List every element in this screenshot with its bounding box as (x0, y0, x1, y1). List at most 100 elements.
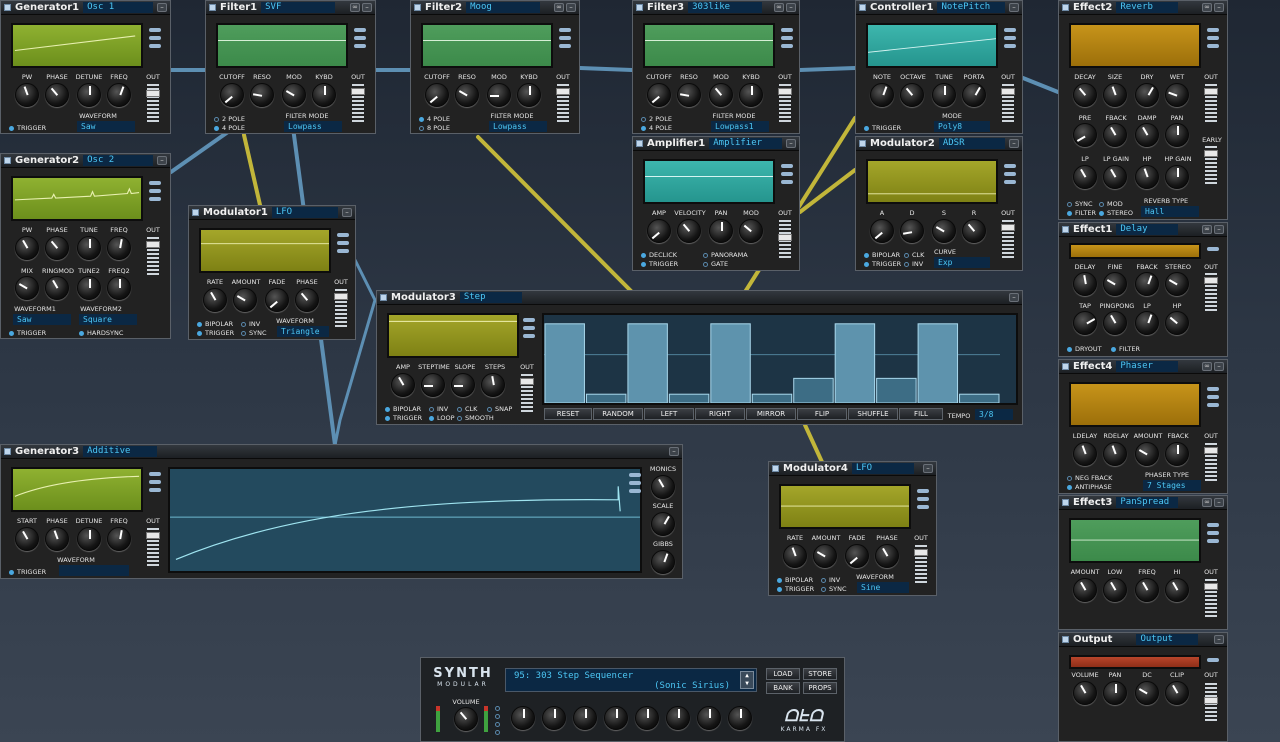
tune-knob[interactable] (77, 236, 101, 260)
macro-options[interactable] (495, 704, 503, 736)
store-button[interactable]: STORE (803, 668, 837, 680)
mode-select[interactable]: Poly8 (934, 121, 990, 132)
bipolar-option[interactable]: BIPOLAR (197, 320, 233, 328)
wet-knob[interactable] (1165, 83, 1189, 107)
dryout-option[interactable]: DRYOUT (1067, 345, 1102, 353)
porta-knob[interactable] (962, 83, 986, 107)
module-header[interactable]: Modulator1 LFO – (189, 206, 355, 220)
gibbs-knob[interactable] (651, 550, 675, 574)
module-name-field[interactable]: Delay (1116, 224, 1179, 235)
decay-knob[interactable] (900, 219, 924, 243)
dc-knob[interactable] (1135, 681, 1159, 705)
module-toggle[interactable] (4, 4, 11, 11)
module-toggle[interactable] (636, 4, 643, 11)
pan-knob[interactable] (1103, 681, 1127, 705)
macro-knob-4[interactable] (604, 706, 628, 730)
out-level-slider[interactable] (146, 84, 160, 122)
module-header[interactable]: Controller1 NotePitch – (856, 1, 1022, 15)
waveform2-select[interactable]: Square (79, 314, 137, 325)
mod-knob[interactable] (739, 219, 763, 243)
filter-mode-select[interactable]: Lowpass1 (711, 121, 769, 132)
display-side-buttons[interactable] (781, 164, 793, 184)
minimize-button[interactable]: – (362, 3, 372, 12)
amount-knob[interactable] (1073, 578, 1097, 602)
module-header[interactable]: Filter1 SVF ∞ – (206, 1, 375, 15)
shuffle-button[interactable]: SHUFFLE (848, 408, 898, 420)
tap-knob[interactable] (1073, 311, 1097, 335)
load-button[interactable]: LOAD (766, 668, 800, 680)
master-volume-knob[interactable] (454, 707, 478, 731)
display-side-buttons[interactable] (1207, 247, 1219, 251)
minimize-button[interactable]: – (786, 3, 796, 12)
minimize-button[interactable]: – (669, 447, 679, 456)
random-button[interactable]: RANDOM (593, 408, 643, 420)
inv-option[interactable]: INV (821, 576, 840, 584)
lp-gain-knob[interactable] (1103, 165, 1127, 189)
fade-knob[interactable] (265, 288, 289, 312)
hp-knob[interactable] (1135, 165, 1159, 189)
pw-knob[interactable] (15, 83, 39, 107)
minimize-button[interactable]: – (1214, 3, 1224, 12)
module-toggle[interactable] (209, 4, 216, 11)
display-side-buttons[interactable] (337, 233, 349, 253)
module-header[interactable]: Effect3 PanSpread ∞ – (1059, 496, 1227, 510)
phase-knob[interactable] (875, 544, 899, 568)
step-bar[interactable] (668, 393, 710, 403)
trigger-option[interactable]: TRIGGER (777, 585, 814, 593)
trigger-option[interactable]: TRIGGER (385, 414, 422, 422)
macro-knob-1[interactable] (511, 706, 535, 730)
module-name-field[interactable]: 303like (688, 2, 763, 13)
reso-knob[interactable] (250, 83, 274, 107)
module-name-field[interactable]: Output (1136, 634, 1199, 645)
module-name-field[interactable]: LFO (851, 463, 914, 474)
monics-knob[interactable] (651, 475, 675, 499)
flip-button[interactable]: FLIP (797, 408, 847, 420)
module-name-field[interactable]: Step (459, 292, 522, 303)
module-header[interactable]: Generator1 Osc 1– (1, 1, 170, 15)
damp-knob[interactable] (1135, 123, 1159, 147)
step-bar[interactable] (917, 323, 959, 403)
minimize-button[interactable]: – (1009, 293, 1019, 302)
display-side-buttons[interactable] (1207, 387, 1219, 407)
minimize-button[interactable]: – (566, 3, 576, 12)
trigger-option[interactable]: TRIGGER (197, 329, 234, 337)
step-bar[interactable] (793, 377, 834, 403)
stereo-option[interactable]: STEREO (1099, 209, 1133, 217)
module-header[interactable]: Generator2 Osc 2– (1, 154, 170, 168)
tune-knob[interactable] (932, 83, 956, 107)
mirror-button[interactable]: MIRROR (746, 408, 796, 420)
clip-knob[interactable] (1165, 681, 1189, 705)
display-side-buttons[interactable] (1207, 658, 1219, 662)
gate-option[interactable]: GATE (703, 260, 728, 268)
snap-option[interactable]: SNAP (487, 405, 512, 413)
display-side-buttons[interactable] (1207, 523, 1219, 543)
minimize-button[interactable]: – (1009, 139, 1019, 148)
minimize-button[interactable]: – (1214, 362, 1224, 371)
out-level-slider[interactable] (1204, 273, 1218, 311)
display-side-buttons[interactable] (781, 28, 793, 48)
module-toggle[interactable] (1062, 636, 1069, 643)
link-button[interactable]: ∞ (1202, 362, 1212, 371)
minimize-button[interactable]: – (1214, 498, 1224, 507)
cutoff-knob[interactable] (647, 83, 671, 107)
trigger-option[interactable]: TRIGGER (9, 124, 46, 132)
out-level-slider[interactable] (1204, 579, 1218, 617)
declick-option[interactable]: DECLICK (641, 251, 677, 259)
fback-knob[interactable] (1165, 442, 1189, 466)
link-button[interactable]: ∞ (1202, 498, 1212, 507)
stereo-knob[interactable] (1165, 272, 1189, 296)
module-header[interactable]: Output Output – (1059, 633, 1227, 647)
out-level-slider[interactable] (146, 528, 160, 566)
display-side-buttons[interactable] (559, 28, 571, 48)
link-button[interactable]: ∞ (1202, 3, 1212, 12)
macro-knob-5[interactable] (635, 706, 659, 730)
phase-knob[interactable] (45, 527, 69, 551)
bipolar-option[interactable]: BIPOLAR (864, 251, 900, 259)
out-level-slider[interactable] (778, 220, 792, 258)
2-pole-option[interactable]: 2 POLE (214, 115, 245, 123)
module-name-field[interactable]: Osc 2 (83, 155, 153, 166)
pw-knob[interactable] (15, 236, 39, 260)
display-side-buttons[interactable] (523, 318, 535, 338)
step-sequencer-display[interactable] (542, 313, 1018, 405)
right-button[interactable]: RIGHT (695, 408, 745, 420)
